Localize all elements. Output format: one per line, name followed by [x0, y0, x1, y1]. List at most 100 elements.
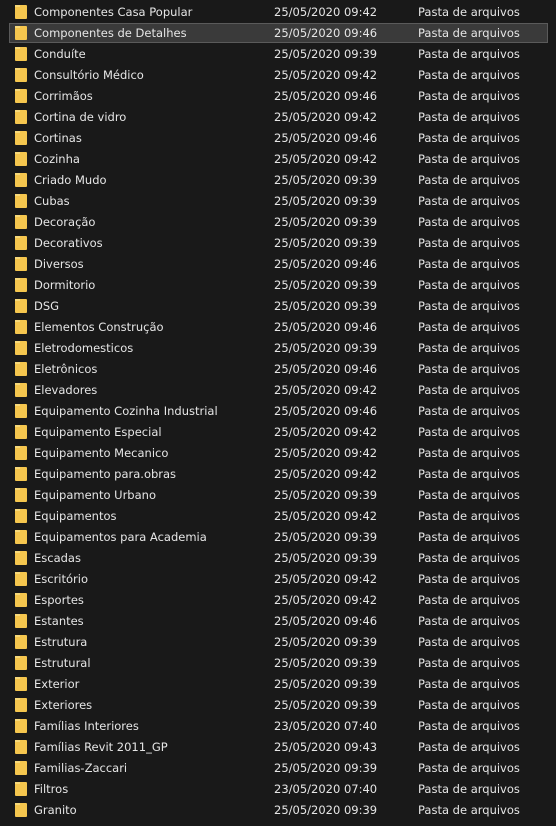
- file-date-modified: 23/05/2020 07:40: [274, 719, 378, 733]
- file-name: Estrutura: [34, 635, 88, 649]
- file-type: Pasta de arquivos: [418, 530, 520, 544]
- file-row[interactable]: Cozinha 25/05/2020 09:42 Pasta de arquivos: [9, 149, 548, 169]
- file-row[interactable]: Elementos Construção 25/05/2020 09:46 Past…: [9, 317, 548, 337]
- file-row[interactable]: Equipamentos 25/05/2020 09:42 Pasta de arq…: [9, 506, 548, 526]
- file-name: Familias-Zaccari: [34, 761, 128, 775]
- file-row[interactable]: Equipamento Mecanico 25/05/2020 09:42 Past…: [9, 443, 548, 463]
- file-row[interactable]: Equipamentos para Academia 25/05/2020 09:…: [9, 527, 548, 547]
- file-row[interactable]: Famílias Interiores 23/05/2020 07:40 Pasta…: [9, 716, 548, 736]
- file-type: Pasta de arquivos: [418, 782, 520, 796]
- file-type: Pasta de arquivos: [418, 467, 520, 481]
- file-name: Escadas: [34, 551, 81, 565]
- file-row[interactable]: Granito 25/05/2020 09:39 Pasta de arquivos: [9, 800, 548, 820]
- folder-icon: [15, 5, 27, 19]
- file-type: Pasta de arquivos: [418, 110, 520, 124]
- file-type: Pasta de arquivos: [418, 719, 520, 733]
- file-row[interactable]: Equipamento Cozinha Industrial 25/05/2020…: [9, 401, 548, 421]
- folder-icon: [15, 488, 27, 502]
- file-date-modified: 25/05/2020 09:39: [274, 341, 378, 355]
- file-type: Pasta de arquivos: [418, 614, 520, 628]
- file-date-modified: 25/05/2020 09:39: [274, 215, 378, 229]
- file-row[interactable]: Familias-Zaccari 25/05/2020 09:39 Pasta de…: [9, 758, 548, 778]
- folder-icon: [15, 803, 27, 817]
- folder-icon: [15, 236, 27, 250]
- file-row[interactable]: Dormitorio 25/05/2020 09:39 Pasta de arqui…: [9, 275, 548, 295]
- folder-icon: [15, 152, 27, 166]
- file-row[interactable]: Cortinas 25/05/2020 09:46 Pasta de arquivo…: [9, 128, 548, 148]
- file-row[interactable]: Eletrônicos 25/05/2020 09:46 Pasta de arqu…: [9, 359, 548, 379]
- file-type: Pasta de arquivos: [418, 740, 520, 754]
- file-name: DSG: [34, 299, 60, 313]
- file-date-modified: 25/05/2020 09:39: [274, 488, 378, 502]
- file-row[interactable]: Elevadores 25/05/2020 09:42 Pasta de arqui…: [9, 380, 548, 400]
- folder-icon: [15, 320, 27, 334]
- file-date-modified: 25/05/2020 09:39: [274, 299, 378, 313]
- file-row[interactable]: Equipamento Especial 25/05/2020 09:42 Past…: [9, 422, 548, 442]
- file-row[interactable]: Componentes de Detalhes 25/05/2020 09:46 P…: [9, 23, 548, 43]
- file-row[interactable]: Decorativos 25/05/2020 09:39 Pasta de arqu…: [9, 233, 548, 253]
- file-row[interactable]: Estrutura 25/05/2020 09:39 Pasta de arquiv…: [9, 632, 548, 652]
- file-name: Elementos Construção: [34, 320, 164, 334]
- file-date-modified: 25/05/2020 09:46: [274, 89, 378, 103]
- file-name: Equipamentos: [34, 509, 117, 523]
- folder-icon: [15, 467, 27, 481]
- file-date-modified: 25/05/2020 09:42: [274, 425, 378, 439]
- file-row[interactable]: Esportes 25/05/2020 09:42 Pasta de arquivo…: [9, 590, 548, 610]
- folder-icon: [15, 677, 27, 691]
- file-row[interactable]: Equipamento Urbano 25/05/2020 09:39 Pasta …: [9, 485, 548, 505]
- file-row[interactable]: Decoração 25/05/2020 09:39 Pasta de arquiv…: [9, 212, 548, 232]
- file-row[interactable]: Estantes 25/05/2020 09:46 Pasta de arquivo…: [9, 611, 548, 631]
- file-date-modified: 25/05/2020 09:42: [274, 572, 378, 586]
- file-date-modified: 25/05/2020 09:42: [274, 68, 378, 82]
- file-row[interactable]: Corrimãos 25/05/2020 09:46 Pasta de arquiv…: [9, 86, 548, 106]
- file-row[interactable]: Cubas 25/05/2020 09:39 Pasta de arquivos: [9, 191, 548, 211]
- file-row[interactable]: Filtros 23/05/2020 07:40 Pasta de arquivos: [9, 779, 548, 799]
- folder-icon: [15, 110, 27, 124]
- file-type: Pasta de arquivos: [418, 803, 520, 817]
- folder-icon: [15, 551, 27, 565]
- file-type: Pasta de arquivos: [418, 551, 520, 565]
- file-row[interactable]: Componentes Casa Popular 25/05/2020 09:42…: [9, 2, 548, 22]
- file-name: Eletrônicos: [34, 362, 98, 376]
- file-row[interactable]: Estrutural 25/05/2020 09:39 Pasta de arqui…: [9, 653, 548, 673]
- file-type: Pasta de arquivos: [418, 572, 520, 586]
- file-row[interactable]: Escritório 25/05/2020 09:42 Pasta de arqui…: [9, 569, 548, 589]
- file-row[interactable]: Consultório Médico 25/05/2020 09:42 Pasta …: [9, 65, 548, 85]
- file-date-modified: 25/05/2020 09:42: [274, 593, 378, 607]
- file-name: Componentes de Detalhes: [34, 26, 187, 40]
- folder-icon: [15, 278, 27, 292]
- folder-icon: [15, 740, 27, 754]
- folder-icon: [15, 257, 27, 271]
- file-name: Equipamento Mecanico: [34, 446, 169, 460]
- file-name: Filtros: [34, 782, 69, 796]
- file-name: Granito: [34, 803, 77, 817]
- file-row[interactable]: Eletrodomesticos 25/05/2020 09:39 Pasta de…: [9, 338, 548, 358]
- file-name: Exterior: [34, 677, 80, 691]
- file-date-modified: 25/05/2020 09:39: [274, 236, 378, 250]
- file-date-modified: 25/05/2020 09:39: [274, 635, 378, 649]
- file-row[interactable]: Exteriores 25/05/2020 09:39 Pasta de arqui…: [9, 695, 548, 715]
- file-row[interactable]: Criado Mudo 25/05/2020 09:39 Pasta de arqu…: [9, 170, 548, 190]
- folder-icon: [15, 47, 27, 61]
- file-date-modified: 23/05/2020 07:40: [274, 782, 378, 796]
- file-name: Exteriores: [34, 698, 93, 712]
- file-row[interactable]: Cortina de vidro 25/05/2020 09:42 Pasta de…: [9, 107, 548, 127]
- file-row[interactable]: Conduíte 25/05/2020 09:39 Pasta de arquivo…: [9, 44, 548, 64]
- file-row[interactable]: Exterior 25/05/2020 09:39 Pasta de arquivo…: [9, 674, 548, 694]
- file-row[interactable]: Escadas 25/05/2020 09:39 Pasta de arquivos: [9, 548, 548, 568]
- file-row[interactable]: DSG 25/05/2020 09:39 Pasta de arquivos: [9, 296, 548, 316]
- file-date-modified: 25/05/2020 09:39: [274, 278, 378, 292]
- file-date-modified: 25/05/2020 09:42: [274, 152, 378, 166]
- file-row[interactable]: Famílias Revit 2011_GP 25/05/2020 09:43 Pa…: [9, 737, 548, 757]
- file-date-modified: 25/05/2020 09:46: [274, 257, 378, 271]
- file-type: Pasta de arquivos: [418, 68, 520, 82]
- file-name: Equipamento Especial: [34, 425, 162, 439]
- file-type: Pasta de arquivos: [418, 341, 520, 355]
- file-name: Equipamento Cozinha Industrial: [34, 404, 218, 418]
- file-name: Dormitorio: [34, 278, 96, 292]
- file-date-modified: 25/05/2020 09:39: [274, 173, 378, 187]
- file-type: Pasta de arquivos: [418, 26, 520, 40]
- file-row[interactable]: Diversos 25/05/2020 09:46 Pasta de arquivo…: [9, 254, 548, 274]
- file-row[interactable]: Equipamento para.obras 25/05/2020 09:42 Pa…: [9, 464, 548, 484]
- file-name: Conduíte: [34, 47, 86, 61]
